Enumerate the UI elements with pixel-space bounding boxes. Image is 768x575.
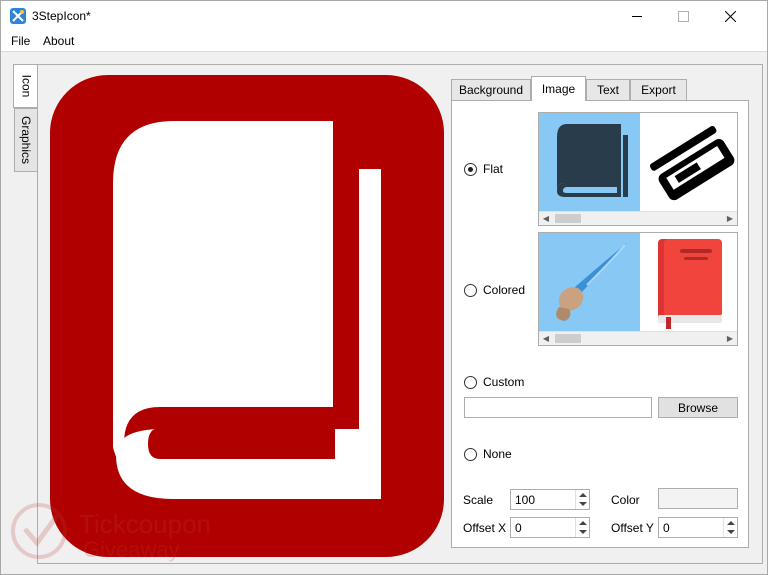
flat-thumb-scanner[interactable] <box>640 113 737 212</box>
browse-button[interactable]: Browse <box>658 397 738 418</box>
colored-gallery-scrollbar[interactable]: ◀ ▶ <box>539 331 737 345</box>
scroll-left-icon[interactable]: ◀ <box>539 212 553 225</box>
offset-x-spinbox[interactable]: 0 <box>510 517 590 538</box>
app-window: 3StepIcon* File About Icon Graphics Back… <box>0 0 768 575</box>
colored-radio-dot <box>464 283 477 297</box>
menu-file[interactable]: File <box>11 34 30 48</box>
spin-up-icon[interactable] <box>579 521 587 525</box>
red-book-icon <box>658 239 722 329</box>
tab-background-label: Background <box>458 83 524 97</box>
scroll-right-icon[interactable]: ▶ <box>723 332 737 345</box>
scrollbar-thumb[interactable] <box>555 334 581 343</box>
colored-radio[interactable]: Colored <box>464 283 525 297</box>
side-tab-icon[interactable]: Icon <box>13 64 39 108</box>
flat-radio-dot <box>464 162 477 176</box>
minimize-icon <box>631 15 642 17</box>
none-radio-dot <box>464 447 477 461</box>
spin-down-icon[interactable] <box>579 530 587 534</box>
side-tab-icon-label: Icon <box>19 74 34 98</box>
window-title: 3StepIcon* <box>32 9 91 23</box>
flat-radio-label: Flat <box>483 162 504 176</box>
app-logo-icon <box>10 8 26 24</box>
spin-up-icon[interactable] <box>579 493 587 497</box>
side-tab-graphics-label: Graphics <box>19 115 33 165</box>
spin-arrows[interactable] <box>575 518 589 537</box>
offset-y-spinbox[interactable]: 0 <box>658 517 738 538</box>
scroll-left-icon[interactable]: ◀ <box>539 332 553 345</box>
custom-radio[interactable]: Custom <box>464 375 524 389</box>
custom-radio-dot <box>464 375 477 389</box>
title-bar: 3StepIcon* <box>1 1 767 31</box>
menu-about[interactable]: About <box>43 34 74 48</box>
spin-arrows[interactable] <box>575 490 589 509</box>
custom-path-input[interactable] <box>464 397 652 418</box>
side-tab-graphics[interactable]: Graphics <box>14 108 38 172</box>
scale-spinbox[interactable]: 100 <box>510 489 590 510</box>
menu-bar: File About <box>1 31 767 52</box>
tab-text-label: Text <box>596 83 619 97</box>
offset-y-value: 0 <box>663 521 670 535</box>
tab-image[interactable]: Image <box>531 76 586 101</box>
book-icon <box>557 124 628 197</box>
close-icon <box>724 10 736 22</box>
scanner-icon <box>650 125 735 201</box>
tab-export[interactable]: Export <box>630 79 687 100</box>
colored-radio-label: Colored <box>483 283 526 297</box>
colored-thumb-red-book[interactable] <box>640 233 737 332</box>
minimize-button[interactable] <box>614 1 660 31</box>
scrollbar-thumb[interactable] <box>555 214 581 223</box>
spin-up-icon[interactable] <box>727 521 735 525</box>
watermark-line1: Tickcoupon <box>79 509 211 539</box>
tab-background[interactable]: Background <box>451 79 531 100</box>
paintbrush-icon <box>556 243 627 321</box>
icon-preview <box>50 75 444 557</box>
colored-thumb-paintbrush[interactable] <box>539 233 640 332</box>
flat-gallery-scrollbar[interactable]: ◀ ▶ <box>539 211 737 225</box>
spin-down-icon[interactable] <box>579 502 587 506</box>
close-button[interactable] <box>707 1 753 31</box>
tab-text[interactable]: Text <box>586 79 630 100</box>
none-radio-label: None <box>483 447 512 461</box>
flat-thumb-book[interactable] <box>539 113 640 212</box>
watermark-line2: Giveaway <box>83 537 180 562</box>
watermark-logo-icon <box>11 503 67 559</box>
scale-label: Scale <box>463 493 494 507</box>
none-radio[interactable]: None <box>464 447 512 461</box>
color-label: Color <box>611 493 640 507</box>
offset-y-label: Offset Y <box>611 521 654 535</box>
flat-radio[interactable]: Flat <box>464 162 503 176</box>
tab-image-label: Image <box>541 82 576 96</box>
scroll-right-icon[interactable]: ▶ <box>723 212 737 225</box>
flat-gallery[interactable]: ◀ ▶ <box>538 112 738 226</box>
offset-x-label: Offset X <box>463 521 507 535</box>
tab-export-label: Export <box>641 83 676 97</box>
custom-radio-label: Custom <box>483 375 525 389</box>
color-picker-button[interactable] <box>658 488 738 509</box>
spin-down-icon[interactable] <box>727 530 735 534</box>
maximize-button[interactable] <box>660 1 706 31</box>
maximize-icon <box>677 10 689 22</box>
scale-value: 100 <box>515 493 536 507</box>
spin-arrows[interactable] <box>723 518 737 537</box>
colored-gallery[interactable]: ◀ ▶ <box>538 232 738 346</box>
offset-x-value: 0 <box>515 521 522 535</box>
watermark: Tickcoupon Giveaway <box>9 493 219 573</box>
